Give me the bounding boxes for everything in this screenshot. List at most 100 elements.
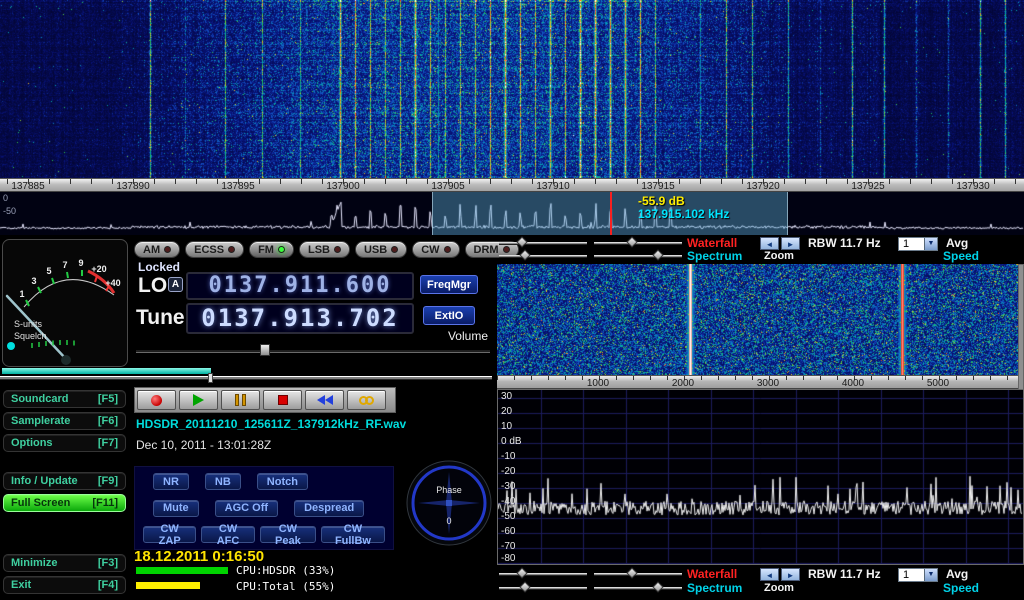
waterfall-max-slider[interactable]: [594, 237, 682, 248]
stop-button[interactable]: [263, 390, 302, 410]
phase-display[interactable]: Phase 0: [406, 460, 492, 546]
slider-thumb[interactable]: [652, 249, 663, 260]
db-scale-label: 30: [501, 391, 512, 402]
slider-thumb[interactable]: [626, 236, 637, 247]
rewind-button[interactable]: [305, 390, 344, 410]
slider-thumb[interactable]: [516, 567, 527, 578]
lower-spectrum-min-slider[interactable]: [499, 582, 587, 593]
freq-scale-label: 137920: [746, 181, 779, 192]
overview-spectrum[interactable]: 0 -50 -55.9 dB 137.915.102 kHz: [0, 192, 1024, 235]
cursor-readout: -55.9 dB 137.915.102 kHz: [638, 195, 729, 221]
soundcard-button[interactable]: Soundcard [F5]: [3, 390, 126, 408]
lo-label: LO: [138, 274, 167, 298]
main-waterfall[interactable]: [0, 0, 1024, 178]
slider-thumb[interactable]: [626, 567, 637, 578]
spectrum-tab[interactable]: Spectrum: [687, 250, 742, 263]
spectrum-tab[interactable]: Spectrum: [687, 582, 742, 595]
exit-button[interactable]: Exit [F4]: [3, 576, 126, 594]
audio-frequency-scale[interactable]: 1000 2000 3000 4000 5000: [497, 375, 1018, 389]
mode-button-lsb[interactable]: LSB: [299, 241, 350, 258]
extio-button[interactable]: ExtIO: [423, 306, 475, 325]
tune-frequency-display[interactable]: 0137.913.702: [186, 303, 414, 334]
mode-button-cw[interactable]: CW: [412, 241, 459, 258]
mode-button-fm[interactable]: FM: [249, 241, 294, 258]
slider-thumb[interactable]: [652, 581, 663, 592]
mode-label: LSB: [308, 244, 330, 256]
volume-track[interactable]: [136, 349, 490, 353]
zoom-in-button[interactable]: ►: [781, 237, 800, 250]
button-label: Minimize: [11, 557, 57, 569]
button-fkey: [F9]: [98, 475, 118, 487]
despread-button[interactable]: Despread: [294, 500, 364, 517]
lo-frequency-display[interactable]: 0137.911.600: [186, 272, 414, 300]
cw-fullbw-button[interactable]: CW FullBw: [321, 526, 385, 543]
avg-value: 1: [899, 569, 924, 581]
record-button[interactable]: [137, 390, 176, 410]
cpu-hdsdr-bar: [136, 567, 228, 574]
freqmgr-button[interactable]: FreqMgr: [420, 275, 478, 294]
waterfall-tab[interactable]: Waterfall: [687, 568, 737, 581]
db-scale-label: -80: [501, 553, 515, 564]
volume-thumb[interactable]: [260, 344, 270, 356]
spectrum-min-slider[interactable]: [499, 250, 587, 261]
freq-scale-label: 137905: [431, 181, 464, 192]
nb-button[interactable]: NB: [205, 473, 241, 490]
lower-spectrum-max-slider[interactable]: [594, 582, 682, 593]
notch-button[interactable]: Notch: [257, 473, 308, 490]
audio-scale-label: 3000: [757, 378, 779, 389]
mode-button-usb[interactable]: USB: [355, 241, 407, 258]
slider-thumb[interactable]: [519, 249, 530, 260]
avg-select[interactable]: 1 ▼: [898, 568, 938, 582]
volume-slider[interactable]: [136, 343, 490, 357]
freq-scale-label: 137895: [221, 181, 254, 192]
slider-thumb[interactable]: [519, 581, 530, 592]
spectrum-max-slider[interactable]: [594, 250, 682, 261]
slider-thumb[interactable]: [516, 236, 527, 247]
cw-peak-button[interactable]: CW Peak: [260, 526, 316, 543]
avg-select[interactable]: 1 ▼: [898, 237, 938, 251]
agc-button[interactable]: AGC Off: [215, 500, 278, 517]
s-meter[interactable]: 1 3 5 7 9 +20 +40 S-units Squelch: [2, 239, 128, 367]
samplerate-button[interactable]: Samplerate [F6]: [3, 412, 126, 430]
cpu-hdsdr-text: CPU:HDSDR (33%): [236, 564, 335, 577]
zoom-out-button[interactable]: ◄: [760, 568, 779, 581]
cw-afc-button[interactable]: CW AFC: [201, 526, 254, 543]
play-button[interactable]: [179, 390, 218, 410]
slider-track: [594, 255, 682, 258]
squelch-label: Squelch: [14, 331, 47, 341]
squelch-knob[interactable]: [7, 342, 15, 350]
lower-waterfall-max-slider[interactable]: [594, 568, 682, 579]
freq-scale-label: 137930: [956, 181, 989, 192]
progress-track[interactable]: [0, 376, 492, 380]
zoom-out-button[interactable]: ◄: [760, 237, 779, 250]
pause-button[interactable]: [221, 390, 260, 410]
mode-button-ecss[interactable]: ECSS: [185, 241, 244, 258]
loop-button[interactable]: [347, 390, 386, 410]
mode-button-am[interactable]: AM: [134, 241, 180, 258]
hdsdr-window: 137885 137890 137895 137900 137905 13791…: [0, 0, 1024, 600]
options-button[interactable]: Options [F7]: [3, 434, 126, 452]
dropdown-icon[interactable]: ▼: [924, 238, 937, 250]
playback-progress-slider[interactable]: [0, 367, 492, 381]
zoom-label: Zoom: [764, 582, 794, 595]
dropdown-icon[interactable]: ▼: [924, 569, 937, 581]
lo-lock-badge[interactable]: A: [168, 277, 183, 292]
info-update-button[interactable]: Info / Update [F9]: [3, 472, 126, 490]
button-fkey: [F11]: [92, 497, 118, 509]
cw-zap-button[interactable]: CW ZAP: [143, 526, 196, 543]
fullscreen-button[interactable]: Full Screen [F11]: [3, 494, 126, 512]
lower-waterfall-min-slider[interactable]: [499, 568, 587, 579]
zoom-in-button[interactable]: ►: [781, 568, 800, 581]
frequency-scale[interactable]: 137885 137890 137895 137900 137905 13791…: [0, 178, 1024, 192]
slider-track: [594, 242, 682, 245]
audio-spectrum-canvas[interactable]: [498, 390, 1023, 564]
audio-waterfall[interactable]: [497, 264, 1018, 375]
progress-thumb[interactable]: [208, 373, 213, 383]
nr-button[interactable]: NR: [153, 473, 189, 490]
sunits-label: S-units: [14, 319, 43, 329]
button-fkey: [F4]: [98, 579, 118, 591]
waterfall-min-slider[interactable]: [499, 237, 587, 248]
mute-button[interactable]: Mute: [153, 500, 199, 517]
audio-spectrum[interactable]: 30 20 10 0 dB -10 -20 -30 -40 -50 -60 -7…: [497, 389, 1024, 565]
minimize-button[interactable]: Minimize [F3]: [3, 554, 126, 572]
